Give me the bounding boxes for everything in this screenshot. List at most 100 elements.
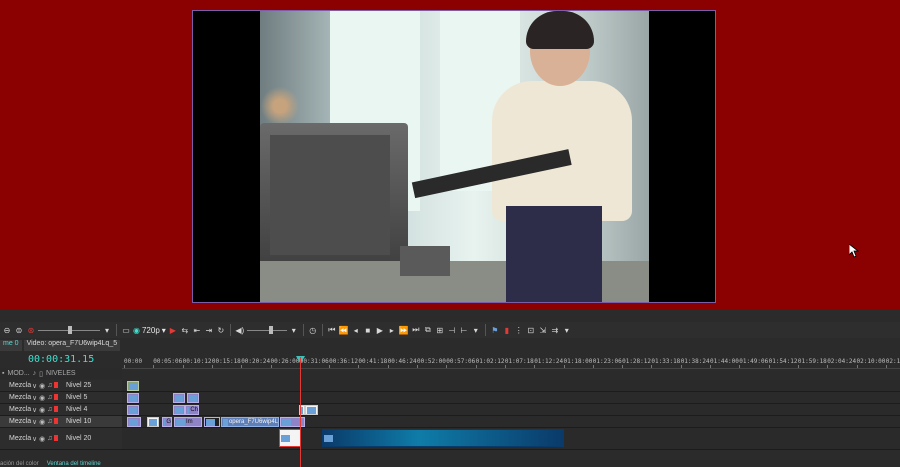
flag-icon[interactable]	[54, 417, 59, 424]
flag-icon[interactable]	[54, 381, 59, 388]
track-blend-mode[interactable]: Mezcla	[0, 394, 32, 401]
audio-icon[interactable]: ♫	[47, 418, 52, 426]
group-icon[interactable]: ⇉	[550, 324, 560, 336]
track-lane[interactable]	[122, 392, 900, 403]
to-start-icon[interactable]: ⏮	[327, 324, 337, 336]
flag-icon[interactable]	[54, 393, 59, 400]
mark-in-icon[interactable]: ⊣	[447, 324, 457, 336]
tab-color-correction[interactable]: ación del color	[0, 461, 39, 467]
next-icon[interactable]: ⇥	[204, 324, 214, 336]
chevron-down-icon[interactable]: ∨	[32, 382, 37, 390]
track-row[interactable]: Mezcla ∨ ◉ ♫ Nivel 4 Ch	[0, 404, 900, 416]
track-row[interactable]: Mezcla ∨ ◉ ♫ Nivel 5	[0, 392, 900, 404]
track-row[interactable]: Mezcla ∨ ◉ ♫ Nivel 20	[0, 428, 900, 450]
clip-label: G	[166, 419, 171, 425]
clip-image[interactable]	[173, 405, 185, 415]
eye-icon[interactable]: ◉	[39, 406, 45, 414]
play-icon[interactable]: ▶	[375, 324, 385, 336]
dropdown-icon[interactable]: ▾	[471, 324, 481, 336]
view-mode-icon[interactable]: ▭	[121, 324, 131, 336]
clock-icon[interactable]: ◷	[308, 324, 318, 336]
audio-icon[interactable]: ♫	[47, 435, 52, 443]
clip-text[interactable]: Ch	[185, 405, 199, 415]
clip-text[interactable]: Im	[174, 417, 202, 427]
ruler-label: 01:07:18	[504, 358, 534, 365]
clip-image[interactable]	[127, 405, 139, 415]
to-end-icon[interactable]: ⏭	[411, 324, 421, 336]
eye-icon[interactable]: ◉	[39, 394, 45, 402]
tab-project[interactable]: me 0	[0, 340, 22, 351]
video-preview[interactable]	[192, 10, 716, 303]
clip-transition[interactable]	[305, 405, 318, 415]
clip-image[interactable]	[173, 393, 185, 403]
dropdown-icon[interactable]: ▾	[289, 324, 299, 336]
prev-frame-icon[interactable]: ◂	[351, 324, 361, 336]
chevron-down-icon[interactable]: ∨	[32, 418, 37, 426]
chevron-down-icon[interactable]: ∨	[32, 435, 37, 443]
split-icon[interactable]: ⧉	[423, 324, 433, 336]
next-frame-icon[interactable]: ▸	[387, 324, 397, 336]
grid-icon[interactable]: ⊡	[526, 324, 536, 336]
track-lane[interactable]: Ch	[122, 404, 900, 415]
stop-icon[interactable]: ■	[363, 324, 373, 336]
step-forward-icon[interactable]: ⏩	[399, 324, 409, 336]
zoom-slider[interactable]	[38, 324, 100, 336]
clip-image[interactable]	[187, 393, 199, 403]
clip-video-water[interactable]	[322, 429, 564, 447]
volume-icon[interactable]: ◀)	[235, 324, 245, 336]
eye-icon[interactable]: ◉	[39, 435, 45, 443]
audio-icon[interactable]: ♫	[47, 394, 52, 402]
eye-icon[interactable]: ◉	[39, 382, 45, 390]
snap-icon[interactable]: ▮	[502, 324, 512, 336]
tab-video[interactable]: Video: opera_F7U6wip4Lq_5	[23, 340, 121, 351]
clip-video[interactable]: opera_F7U6wip4L	[221, 417, 279, 427]
mark-out-icon[interactable]: ⊢	[459, 324, 469, 336]
link-icon[interactable]: ⇲	[538, 324, 548, 336]
eye-icon[interactable]: ◉	[39, 418, 45, 426]
audio-icon[interactable]: ♫	[47, 406, 52, 414]
prev-icon[interactable]: ⇤	[192, 324, 202, 336]
record-icon[interactable]: ⊛	[26, 324, 36, 336]
chevron-down-icon[interactable]: ∨	[32, 406, 37, 414]
clip-image[interactable]	[127, 381, 139, 391]
playhead[interactable]	[300, 357, 301, 467]
tab-timeline-window[interactable]: Ventana del timeline	[47, 461, 101, 467]
chevron-down-icon[interactable]: ∨	[32, 394, 37, 402]
audio-icon[interactable]: ♫	[47, 382, 52, 390]
lock-icon[interactable]: ▪	[0, 370, 4, 377]
dropdown-icon[interactable]: ▾	[102, 324, 112, 336]
clip-image[interactable]	[204, 417, 220, 427]
loop-icon[interactable]: ⇆	[180, 324, 190, 336]
track-blend-mode[interactable]: Mezcla	[0, 406, 32, 413]
clip-image[interactable]	[127, 393, 139, 403]
flag-icon[interactable]	[54, 405, 59, 412]
track-row[interactable]: Mezcla ∨ ◉ ♫ Nivel 10 G Im opera_F7U6wip4L	[0, 416, 900, 428]
clip-white-solid[interactable]	[279, 429, 301, 447]
dropdown-icon[interactable]: ▾	[562, 324, 572, 336]
clip-text[interactable]: G	[162, 417, 172, 427]
flag-icon[interactable]	[54, 434, 59, 441]
refresh-icon[interactable]: ↻	[216, 324, 226, 336]
track-lane[interactable]	[122, 428, 900, 449]
track-row[interactable]: Mezcla ∨ ◉ ♫ Nivel 25	[0, 380, 900, 392]
ripple-icon[interactable]: ⋮	[514, 324, 524, 336]
redo-icon[interactable]: ⊜	[14, 324, 24, 336]
ruler-tick	[124, 365, 125, 368]
clip-image[interactable]	[127, 417, 141, 427]
ruler-label: 00:46:24	[387, 358, 417, 365]
clip-image[interactable]	[147, 417, 159, 427]
marker-icon[interactable]: ⚑	[490, 324, 500, 336]
track-blend-mode[interactable]: Mezcla	[0, 418, 32, 425]
track-blend-mode[interactable]: Mezcla	[0, 382, 32, 389]
track-lane[interactable]: G Im opera_F7U6wip4L	[122, 416, 900, 427]
volume-slider[interactable]	[246, 324, 287, 336]
time-ruler[interactable]: 00:00 00:05:06 00:10:12 00:15:18 00:20:24 00:…	[122, 357, 900, 369]
clip-image[interactable]	[280, 417, 305, 427]
undo-icon[interactable]: ⊖	[2, 324, 12, 336]
track-blend-mode[interactable]: Mezcla	[0, 435, 32, 442]
resolution-select[interactable]: ◉ 720p ▾	[133, 326, 166, 335]
trim-icon[interactable]: ⊞	[435, 324, 445, 336]
step-back-icon[interactable]: ⏪	[339, 324, 349, 336]
track-lane[interactable]	[122, 380, 900, 391]
record-toggle-icon[interactable]: ▶	[168, 324, 178, 336]
